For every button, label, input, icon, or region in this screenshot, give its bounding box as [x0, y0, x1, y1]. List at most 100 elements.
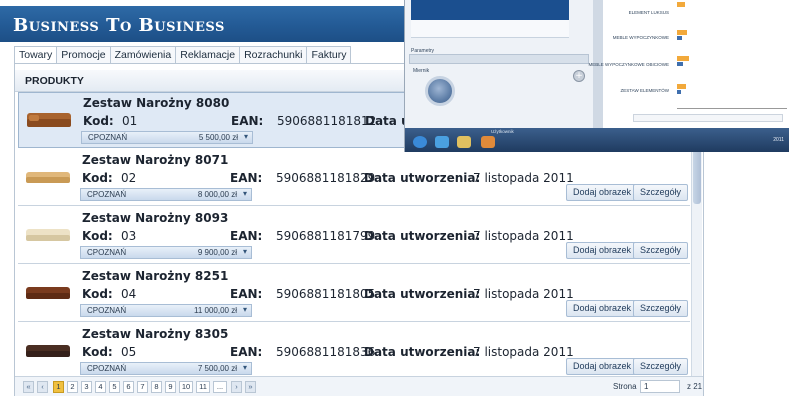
- ean-label: EAN:: [230, 345, 263, 359]
- bg-taskbar-label: Użytkownik: [491, 129, 514, 134]
- ean-value: 5906881181836: [276, 345, 376, 359]
- plus-icon: +: [573, 70, 585, 82]
- price-dropdown[interactable]: CPOZNAŃ 9 900,00 zł ▾: [80, 246, 252, 259]
- page-link-11[interactable]: 11: [196, 381, 210, 393]
- sofa-thumbnail: [26, 345, 70, 357]
- page-link-6[interactable]: 6: [123, 381, 134, 393]
- folder-icon: [457, 136, 471, 148]
- details-button[interactable]: Szczegóły: [633, 300, 689, 317]
- gauge-icon: [425, 76, 455, 106]
- created-label: Data utworzenia:: [364, 171, 481, 185]
- ean-value: 5906881181812: [277, 114, 377, 128]
- page-link-9[interactable]: 9: [165, 381, 176, 393]
- add-image-button[interactable]: Dodaj obrazek: [566, 358, 639, 375]
- ean-value: 5906881181799: [276, 229, 376, 243]
- bg-category-label: ZESTAW ELEMENTÓW: [620, 88, 669, 93]
- price-dropdown[interactable]: CPOZNAŃ 7 500,00 zł ▾: [80, 362, 252, 375]
- page-link-7[interactable]: 7: [137, 381, 148, 393]
- ean-value: 5906881181829: [276, 171, 376, 185]
- bg-taskbar: Użytkownik 2011: [405, 128, 789, 152]
- prev-page-icon[interactable]: ‹: [37, 381, 48, 393]
- tab-towary[interactable]: Towary: [14, 46, 58, 64]
- page-total: z 21: [687, 382, 703, 391]
- code-label: Kod:: [82, 345, 113, 359]
- tab-promocje[interactable]: Promocje: [57, 46, 111, 64]
- ean-value: 5906881181805: [276, 287, 376, 301]
- chevron-down-icon: ▾: [242, 189, 247, 198]
- first-page-icon[interactable]: «: [23, 381, 34, 393]
- product-name: Zestaw Narożny 8305: [82, 327, 229, 341]
- price-value: 9 900,00 zł: [197, 248, 237, 257]
- bg-bar: [677, 36, 682, 40]
- price-location: CPOZNAŃ: [87, 306, 127, 315]
- page-link-more[interactable]: ...: [213, 381, 227, 393]
- page-link-10[interactable]: 10: [179, 381, 193, 393]
- product-row[interactable]: Zestaw Narożny 8093 Kod: 03 EAN: 5906881…: [18, 208, 690, 264]
- products-title: PRODUKTY: [25, 75, 84, 87]
- code-value: 03: [121, 229, 137, 243]
- bg-table-body: [411, 20, 569, 38]
- price-value: 11 000,00 zł: [194, 306, 237, 315]
- page-link-2[interactable]: 2: [67, 381, 78, 393]
- ean-label: EAN:: [230, 229, 263, 243]
- details-button[interactable]: Szczegóły: [633, 242, 689, 259]
- code-value: 02: [121, 171, 137, 185]
- product-name: Zestaw Narożny 8080: [83, 96, 230, 110]
- ean-label: EAN:: [230, 287, 263, 301]
- bg-chart-axis: [677, 108, 787, 109]
- product-row[interactable]: Zestaw Narożny 8305 Kod: 05 EAN: 5906881…: [18, 324, 690, 380]
- sofa-thumbnail: [26, 172, 70, 183]
- price-dropdown[interactable]: CPOZNAŃ 5 500,00 zł ▾: [81, 131, 253, 144]
- chevron-down-icon: ▾: [242, 305, 247, 314]
- tab-reklamacje[interactable]: Reklamacje: [176, 46, 241, 64]
- app-title: Business To Business: [13, 15, 225, 36]
- code-value: 04: [121, 287, 137, 301]
- pagination-bar: « ‹ 1 2 3 4 5 6 7 8 9 10 11 ... › » Stro…: [15, 376, 703, 396]
- created-label: Data utworzenia:: [364, 345, 481, 359]
- page-label: Strona: [613, 382, 637, 391]
- add-image-button[interactable]: Dodaj obrazek: [566, 300, 639, 317]
- bg-bar: [677, 56, 689, 61]
- page-link-5[interactable]: 5: [109, 381, 120, 393]
- price-dropdown[interactable]: CPOZNAŃ 8 000,00 zł ▾: [80, 188, 252, 201]
- page-link-1[interactable]: 1: [53, 381, 64, 393]
- next-page-icon[interactable]: ›: [231, 381, 242, 393]
- last-page-icon[interactable]: »: [245, 381, 256, 393]
- created-value: 7 listopada 2011: [473, 171, 574, 185]
- code-label: Kod:: [82, 229, 113, 243]
- add-image-button[interactable]: Dodaj obrazek: [566, 242, 639, 259]
- created-value: 7 listopada 2011: [473, 345, 574, 359]
- created-label: Data utworzenia:: [364, 287, 481, 301]
- main-tabs: Towary Promocje Zamówienia Reklamacje Ro…: [14, 46, 352, 64]
- bg-bar: [677, 30, 687, 35]
- app-icon: [481, 136, 495, 148]
- bg-category-label: MEBLE WYPOCZYNKOWE: [612, 35, 669, 40]
- created-label: Data utworzenia:: [364, 229, 481, 243]
- tab-zamowienia[interactable]: Zamówienia: [110, 46, 177, 64]
- code-label: Kod:: [83, 114, 114, 128]
- start-icon: [413, 136, 427, 148]
- details-button[interactable]: Szczegóły: [633, 358, 689, 375]
- product-row[interactable]: Zestaw Narożny 8251 Kod: 04 EAN: 5906881…: [18, 266, 690, 322]
- page-number-input[interactable]: 1: [640, 380, 680, 393]
- bg-bar: [677, 2, 685, 7]
- page-link-4[interactable]: 4: [95, 381, 106, 393]
- browser-icon: [435, 136, 449, 148]
- price-dropdown[interactable]: CPOZNAŃ 11 000,00 zł ▾: [80, 304, 252, 317]
- bg-bar: [677, 90, 681, 94]
- page-link-3[interactable]: 3: [81, 381, 92, 393]
- code-label: Kod:: [82, 287, 113, 301]
- background-screenshot: Parametry Miernik + ELEMENT LUKSUS MEBLE…: [404, 0, 789, 152]
- add-image-button[interactable]: Dodaj obrazek: [566, 184, 639, 201]
- bg-table-header: [411, 0, 569, 20]
- product-name: Zestaw Narożny 8093: [82, 211, 229, 225]
- page-link-8[interactable]: 8: [151, 381, 162, 393]
- product-row[interactable]: Zestaw Narożny 8071 Kod: 02 EAN: 5906881…: [18, 150, 690, 206]
- price-value: 5 500,00 zł: [198, 133, 238, 142]
- details-button[interactable]: Szczegóły: [633, 184, 689, 201]
- ean-label: EAN:: [230, 171, 263, 185]
- created-value: 7 listopada 2011: [473, 287, 574, 301]
- tab-faktury[interactable]: Faktury: [307, 46, 352, 64]
- ean-label: EAN:: [231, 114, 264, 128]
- tab-rozrachunki[interactable]: Rozrachunki: [240, 46, 308, 64]
